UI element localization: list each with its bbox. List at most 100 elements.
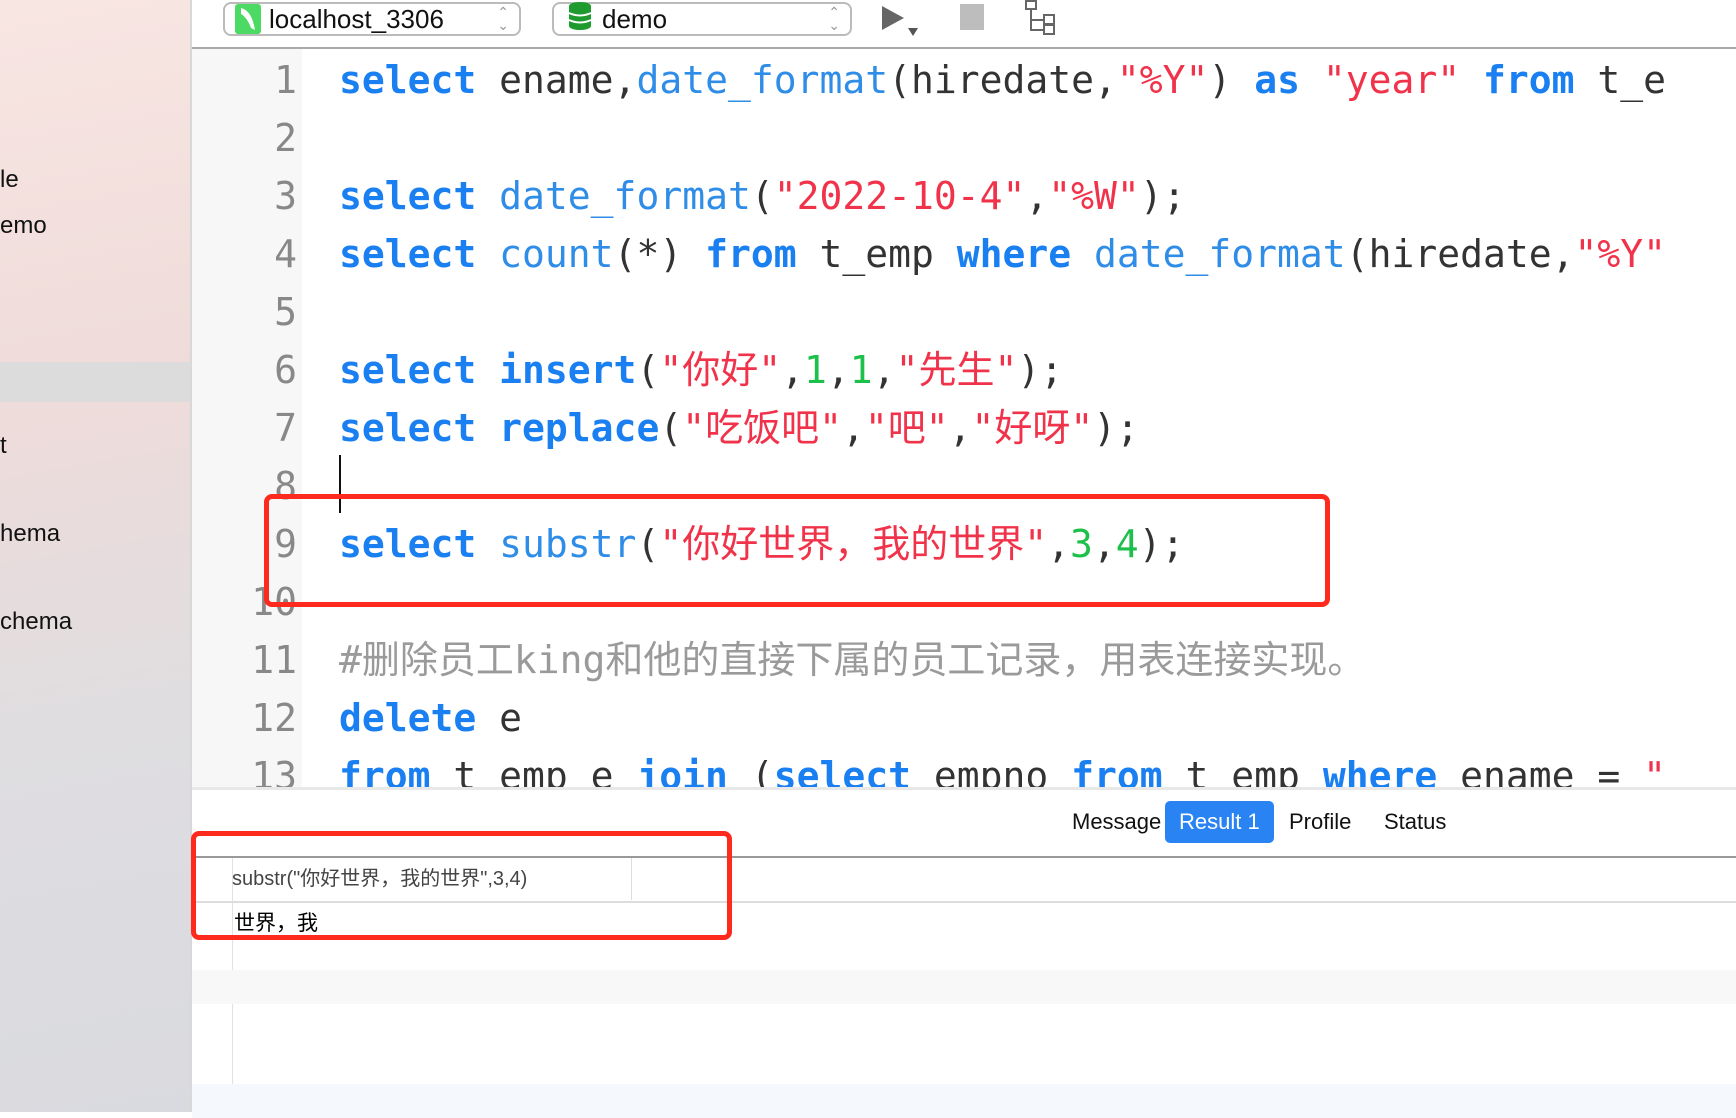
code-token-kw: as bbox=[1254, 58, 1300, 102]
code-line[interactable]: 13 from t_emp e join (select empno from t… bbox=[192, 747, 1736, 787]
run-button[interactable] bbox=[880, 4, 920, 38]
code-token-kw: insert bbox=[499, 348, 637, 392]
code-text: select insert("你好",1,1,"先生"); bbox=[339, 341, 1063, 399]
tab-result-1[interactable]: Result 1 bbox=[1165, 801, 1274, 843]
sidebar-item[interactable]: t bbox=[0, 432, 7, 460]
code-line[interactable]: 12 delete e bbox=[192, 689, 1736, 747]
code-token-str: "你好" bbox=[659, 348, 782, 392]
code-line[interactable]: 1 select ename,date_format(hiredate,"%Y")… bbox=[192, 51, 1736, 109]
line-number: 4 bbox=[274, 232, 297, 276]
code-text: select count(*) from t_emp where date_fo… bbox=[339, 225, 1666, 283]
code-token-pl: ) bbox=[1208, 58, 1255, 102]
sidebar-item[interactable]: emo bbox=[0, 212, 47, 240]
line-number: 3 bbox=[274, 174, 297, 218]
code-token-pl: , bbox=[948, 406, 972, 450]
line-number: 13 bbox=[251, 754, 297, 787]
code-line[interactable]: 5 bbox=[192, 283, 1736, 341]
code-line[interactable]: 4 select count(*) from t_emp where date_f… bbox=[192, 225, 1736, 283]
code-token-kw: select bbox=[339, 348, 477, 392]
code-token-str: "year" bbox=[1322, 58, 1461, 102]
code-token-pl: , bbox=[826, 348, 850, 392]
code-token-pl: (hiredate, bbox=[888, 58, 1117, 102]
code-token-kw: join bbox=[636, 754, 728, 787]
code-token-kw: select bbox=[339, 232, 477, 276]
code-token-fn: date_format bbox=[636, 58, 889, 102]
code-text: select date_format("2022-10-4","%W"); bbox=[339, 167, 1186, 225]
line-number: 7 bbox=[274, 406, 297, 450]
code-text: select replace("吃饭吧","吧","好呀"); bbox=[339, 399, 1139, 457]
line-number: 6 bbox=[274, 348, 297, 392]
sidebar: le emo t hema chema bbox=[0, 0, 192, 1112]
sql-editor[interactable]: 1 select ename,date_format(hiredate,"%Y")… bbox=[192, 49, 1736, 787]
code-token-pl: t_emp e bbox=[430, 754, 637, 787]
code-line[interactable]: 2 bbox=[192, 109, 1736, 167]
tab-status[interactable]: Status bbox=[1370, 801, 1460, 843]
sidebar-item[interactable]: hema bbox=[0, 520, 60, 548]
play-icon bbox=[882, 6, 918, 36]
code-token-kw: from bbox=[705, 232, 797, 276]
sidebar-selected-band bbox=[0, 362, 190, 402]
code-token-fn: count bbox=[499, 232, 614, 276]
up-down-chevron-icon: ⌃ ⌄ bbox=[497, 4, 509, 33]
highlight-box-result bbox=[191, 831, 732, 940]
line-number: 11 bbox=[251, 638, 297, 682]
code-line[interactable]: 3 select date_format("2022-10-4","%W"); bbox=[192, 167, 1736, 225]
code-token-fn: date_format bbox=[1094, 232, 1346, 276]
stop-button[interactable] bbox=[960, 4, 984, 30]
toolbar: localhost_3306 ⌃ ⌄ demo ⌃ ⌄ bbox=[192, 0, 1736, 49]
code-token-kw: from bbox=[1071, 754, 1163, 787]
tab-profile[interactable]: Profile bbox=[1275, 801, 1365, 843]
empty-row-stripe bbox=[192, 970, 1736, 1004]
tree-icon bbox=[1025, 0, 1055, 35]
code-token-pl: , bbox=[1025, 174, 1049, 218]
database-select[interactable]: demo ⌃ ⌄ bbox=[552, 1, 852, 36]
sidebar-item[interactable]: le bbox=[0, 166, 19, 194]
code-token-pl: ); bbox=[1139, 174, 1186, 218]
code-token-pl: t_e bbox=[1574, 58, 1667, 102]
empty-row-stripe bbox=[192, 1084, 1736, 1118]
code-token-pl: ); bbox=[1017, 348, 1064, 392]
code-token-str: " bbox=[1643, 754, 1666, 787]
code-token-pl: e bbox=[476, 696, 523, 740]
code-text: select ename,date_format(hiredate,"%Y") … bbox=[339, 51, 1666, 109]
code-token-num: 1 bbox=[804, 348, 827, 392]
code-token-str: "2022-10-4" bbox=[773, 174, 1026, 218]
up-down-chevron-icon: ⌃ ⌄ bbox=[828, 4, 840, 33]
mysql-dolphin-icon bbox=[235, 4, 261, 34]
code-token-str: "%Y" bbox=[1574, 232, 1666, 276]
code-line[interactable]: 11 #删除员工king和他的直接下属的员工记录，用表连接实现。 bbox=[192, 631, 1736, 689]
code-token-cm: #删除员工king和他的直接下属的员工记录，用表连接实现。 bbox=[339, 638, 1366, 682]
code-token-pl: ( bbox=[727, 754, 774, 787]
code-token-str: "先生" bbox=[895, 348, 1018, 392]
tab-message[interactable]: Message bbox=[1058, 801, 1175, 843]
connection-label: localhost_3306 bbox=[269, 3, 444, 34]
highlight-box-query bbox=[264, 494, 1330, 607]
code-text: #删除员工king和他的直接下属的员工记录，用表连接实现。 bbox=[339, 631, 1365, 689]
code-text: delete e bbox=[339, 689, 522, 747]
line-number: 12 bbox=[251, 696, 297, 740]
code-token-kw: delete bbox=[339, 696, 477, 740]
code-line[interactable]: 7 select replace("吃饭吧","吧","好呀"); bbox=[192, 399, 1736, 457]
line-number: 2 bbox=[274, 116, 297, 160]
code-line[interactable]: 6 select insert("你好",1,1,"先生"); bbox=[192, 341, 1736, 399]
explain-button[interactable] bbox=[1024, 0, 1060, 36]
line-number: 1 bbox=[274, 58, 297, 102]
connection-select[interactable]: localhost_3306 ⌃ ⌄ bbox=[223, 2, 521, 36]
code-token-kw: from bbox=[339, 754, 431, 787]
code-token-pl: ename, bbox=[499, 58, 637, 102]
code-token-kw: where bbox=[1322, 754, 1438, 787]
code-token-pl: (*) bbox=[613, 232, 706, 276]
code-token-kw: select bbox=[339, 174, 477, 218]
sidebar-item[interactable]: chema bbox=[0, 608, 72, 636]
code-token-kw: select bbox=[773, 754, 911, 787]
code-token-kw: select bbox=[339, 58, 477, 102]
code-token-pl: , bbox=[872, 348, 896, 392]
code-token-pl: (hiredate, bbox=[1345, 232, 1575, 276]
